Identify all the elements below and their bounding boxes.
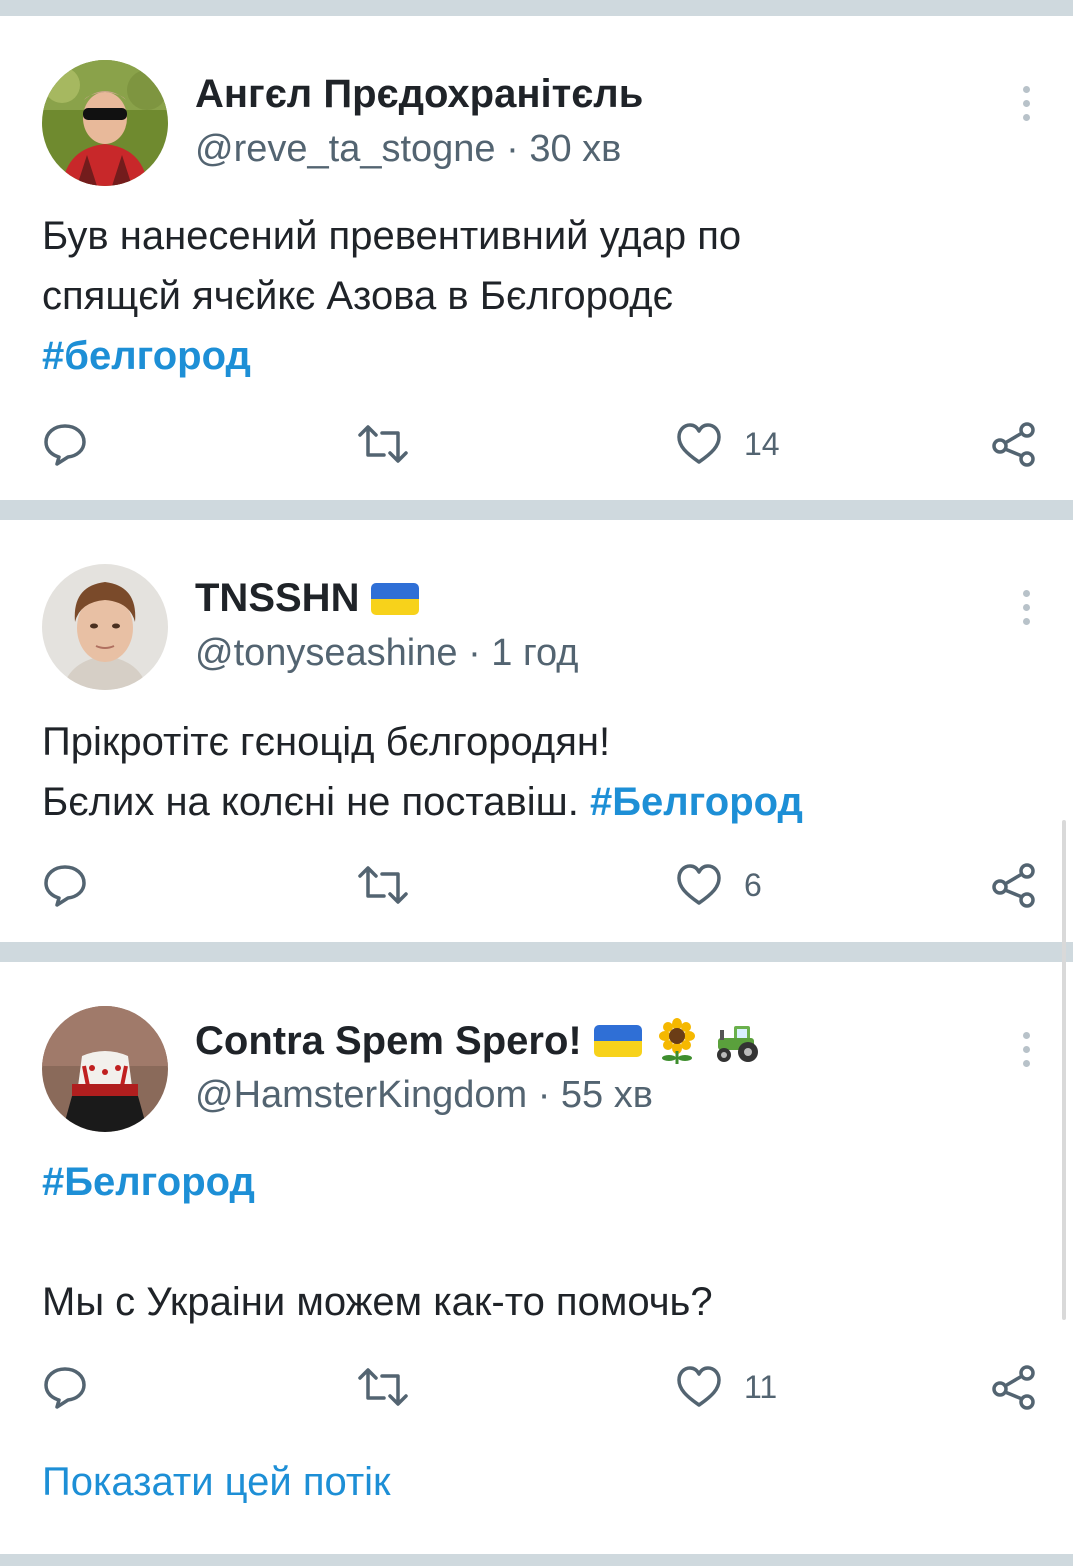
heart-icon: [677, 423, 721, 464]
top-separator: [0, 0, 1073, 16]
tweet[interactable]: Ангєл Прєдохранітєль @reve_ta_stogne · 3…: [0, 16, 1073, 500]
scrollbar[interactable]: [1062, 820, 1066, 1320]
reply-icon: [44, 424, 86, 466]
action-bar: 14: [0, 419, 1073, 469]
more-options-icon[interactable]: [1016, 86, 1036, 128]
heart-icon: [677, 864, 721, 905]
share-icon: [992, 863, 1035, 908]
text-segment: Був нанесений превентивний удар по: [42, 214, 742, 258]
tweet-line: Бєлих на колєні не поставіш. #Белгород: [42, 772, 803, 832]
like-count: 11: [744, 1368, 778, 1405]
retweet-icon: [358, 866, 408, 904]
tractor-icon: [716, 1026, 758, 1062]
tweet-text: #Белгород Мы с Украіни можем как-то помо…: [42, 1152, 713, 1332]
like-button[interactable]: 14: [676, 419, 780, 469]
tweet-line: Прікротітє гєноцід бєлгородян!: [42, 712, 803, 772]
text-segment: Бєлих на колєні не поставіш.: [42, 780, 590, 824]
retweet-icon: [358, 425, 408, 463]
handle[interactable]: @HamsterKingdom: [195, 1074, 527, 1116]
avatar[interactable]: [42, 1006, 168, 1132]
reply-button[interactable]: [42, 419, 88, 469]
hashtag-link[interactable]: #Белгород: [42, 1160, 255, 1204]
tweet-line: спящєй ячєйкє Азова в Бєлгородє: [42, 266, 741, 326]
timestamp[interactable]: · 55 хв: [538, 1074, 653, 1116]
show-thread-link[interactable]: Показати цей потік: [42, 1460, 391, 1505]
ukraine-flag-icon: [371, 582, 420, 615]
reply-button[interactable]: [42, 1362, 88, 1412]
more-options-icon[interactable]: [1016, 1032, 1036, 1074]
display-name[interactable]: TNSSHN: [195, 576, 420, 621]
display-name-text: Ангєл Прєдохранітєль: [195, 72, 644, 116]
handle[interactable]: @reve_ta_stogne: [195, 128, 496, 170]
text-segment: спящєй ячєйкє Азова в Бєлгородє: [42, 274, 674, 318]
retweet-icon: [358, 1368, 408, 1406]
timestamp[interactable]: · 30 хв: [506, 128, 621, 170]
text-segment: Прікротітє гєноцід бєлгородян!: [42, 720, 611, 764]
sunflower-icon: [658, 1018, 695, 1064]
heart-icon: [677, 1366, 721, 1407]
display-name-text: Contra Spem Spero!: [195, 1018, 582, 1063]
share-button[interactable]: [990, 419, 1038, 469]
text-segment: Мы с Украіни можем как-то помочь?: [42, 1280, 713, 1324]
share-icon: [992, 1365, 1035, 1410]
tweet-line: Був нанесений превентивний удар по: [42, 206, 741, 266]
separator: [0, 942, 1073, 962]
display-name-text: TNSSHN: [195, 576, 360, 620]
retweet-button[interactable]: [356, 1362, 410, 1412]
separator: [0, 500, 1073, 520]
more-options-icon[interactable]: [1016, 590, 1036, 632]
tweet-text: Прікротітє гєноцід бєлгородян! Бєлих на …: [42, 712, 803, 832]
share-button[interactable]: [990, 1362, 1038, 1412]
tweet-line: #белгород: [42, 326, 741, 386]
share-button[interactable]: [990, 860, 1038, 910]
tweet-line: [42, 1212, 713, 1272]
handle[interactable]: @tonyseashine: [195, 632, 458, 674]
share-icon: [992, 422, 1035, 467]
bottom-separator: [0, 1554, 1073, 1566]
tweet-text: Був нанесений превентивний удар по спящє…: [42, 206, 741, 386]
action-bar: 6: [0, 860, 1073, 910]
like-button[interactable]: 6: [676, 860, 762, 910]
handle-and-time: @reve_ta_stogne · 30 хв: [195, 128, 621, 171]
action-bar: 11: [0, 1362, 1073, 1412]
handle-and-time: @HamsterKingdom · 55 хв: [195, 1074, 653, 1117]
like-count: 6: [744, 866, 762, 903]
reply-icon: [44, 1367, 86, 1409]
tweet-line: #Белгород: [42, 1152, 713, 1212]
like-count: 14: [744, 425, 780, 462]
tweet-line: Мы с Украіни можем как-то помочь?: [42, 1272, 713, 1332]
retweet-button[interactable]: [356, 860, 410, 910]
ukraine-flag-icon: [593, 1025, 642, 1057]
tweet[interactable]: TNSSHN @tonyseashine · 1 год Прікротітє …: [0, 520, 1073, 942]
hashtag-link[interactable]: #белгород: [42, 334, 251, 378]
reply-icon: [44, 865, 86, 907]
display-name[interactable]: Ангєл Прєдохранітєль: [195, 72, 643, 117]
avatar[interactable]: [42, 564, 168, 690]
timestamp[interactable]: · 1 год: [468, 632, 578, 674]
hashtag-link[interactable]: #Белгород: [590, 780, 803, 824]
like-button[interactable]: 11: [676, 1362, 777, 1412]
reply-button[interactable]: [42, 860, 88, 910]
display-name[interactable]: Contra Spem Spero!: [195, 1018, 764, 1064]
avatar[interactable]: [42, 60, 168, 186]
retweet-button[interactable]: [356, 419, 410, 469]
handle-and-time: @tonyseashine · 1 год: [195, 632, 578, 675]
